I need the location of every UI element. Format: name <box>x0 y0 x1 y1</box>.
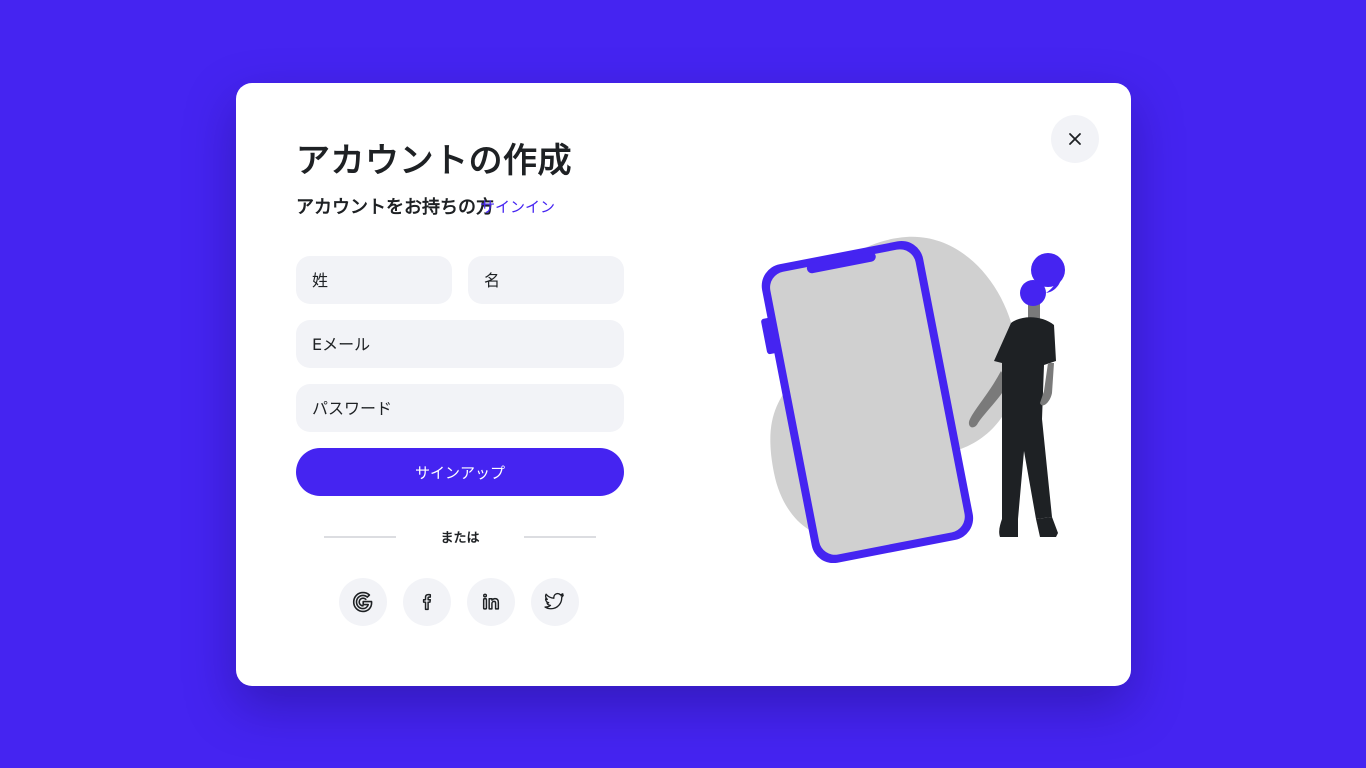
google-login-button[interactable] <box>339 578 387 626</box>
person-shoe-left <box>999 519 1018 537</box>
divider-label: または <box>440 531 480 546</box>
password-input[interactable] <box>296 384 624 432</box>
signup-modal: アカウントの作成 アカウントをお持ちの方 サインイン サインアップ または <box>236 83 1131 686</box>
person-legs <box>1002 419 1052 519</box>
person-head <box>1020 280 1046 306</box>
signup-button[interactable]: サインアップ <box>296 448 624 496</box>
close-icon <box>1069 133 1081 145</box>
twitter-login-button[interactable] <box>531 578 579 626</box>
facebook-icon <box>422 593 432 611</box>
divider-line-left <box>324 536 396 538</box>
linkedin-icon <box>482 593 500 610</box>
signin-prompt: アカウントをお持ちの方 <box>296 197 494 218</box>
close-button[interactable] <box>1051 115 1099 163</box>
facebook-login-button[interactable] <box>403 578 451 626</box>
phone-person-illustration <box>761 236 1065 563</box>
email-input[interactable] <box>296 320 624 368</box>
person-shoe-right <box>1036 517 1058 537</box>
google-icon <box>352 591 373 613</box>
twitter-icon <box>544 592 564 610</box>
first-name-input[interactable] <box>468 256 624 304</box>
page-title: アカウントの作成 <box>296 141 572 181</box>
divider-line-right <box>524 536 596 538</box>
linkedin-login-button[interactable] <box>467 578 515 626</box>
signin-link[interactable]: サインイン <box>480 196 555 217</box>
last-name-input[interactable] <box>296 256 452 304</box>
